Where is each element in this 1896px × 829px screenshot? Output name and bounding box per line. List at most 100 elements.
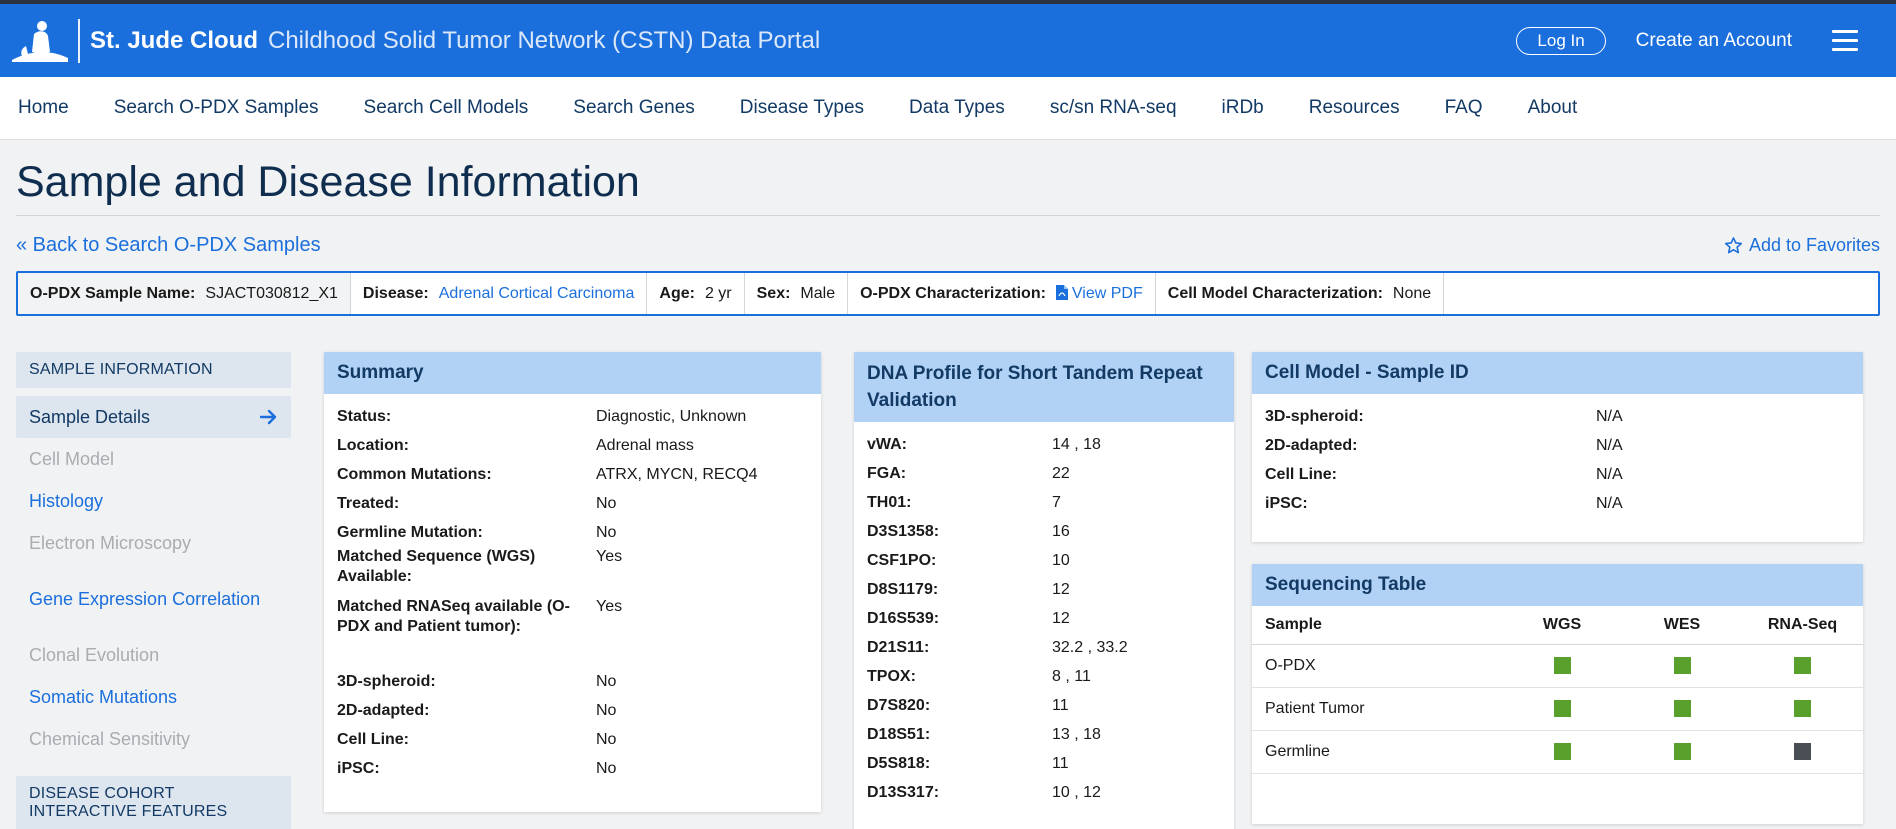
disease-field: Disease: Adrenal Cortical Carcinoma <box>351 273 648 314</box>
summary-value: No <box>596 702 617 719</box>
dna-profile-panel: DNA Profile for Short Tandem Repeat Vali… <box>854 352 1234 829</box>
dna-row: TH01: 7 <box>854 488 1234 517</box>
st-jude-logo[interactable] <box>8 18 90 64</box>
cell-model-value: N/A <box>1596 495 1623 512</box>
nav-sc-sn-rnaseq[interactable]: sc/sn RNA-seq <box>1050 97 1177 119</box>
dna-key: D7S820: <box>867 697 931 714</box>
summary-row: iPSC: No <box>324 754 821 783</box>
summary-row: Common Mutations: ATRX, MYCN, RECQ4 <box>324 460 821 489</box>
summary-row: Cell Line: No <box>324 725 821 754</box>
nav-search-cell-models[interactable]: Search Cell Models <box>364 97 529 119</box>
sequencing-cell-wes <box>1622 687 1742 731</box>
brand-name[interactable]: St. Jude Cloud <box>90 27 258 55</box>
dna-value: 7 <box>1052 494 1061 511</box>
disease-link[interactable]: Adrenal Cortical Carcinoma <box>439 285 635 303</box>
sidebar-item-histology[interactable]: Histology <box>16 480 291 522</box>
dna-row: D5S818: 11 <box>854 749 1234 778</box>
dna-value: 16 <box>1052 523 1070 540</box>
dna-key: D21S11: <box>867 639 930 656</box>
summary-row: Matched RNASeq available (O-PDX and Pati… <box>324 597 821 667</box>
cell-model-key: 3D-spheroid: <box>1265 408 1364 425</box>
add-to-favorites-button[interactable]: Add to Favorites <box>1724 235 1880 256</box>
cell-model-value: N/A <box>1596 408 1623 425</box>
view-pdf-link[interactable]: View PDF <box>1055 284 1143 303</box>
sex-label: Sex: <box>756 284 791 302</box>
dna-value: 13 , 18 <box>1052 726 1101 743</box>
add-to-favorites-label: Add to Favorites <box>1748 235 1880 255</box>
dna-key: TH01: <box>867 494 912 511</box>
dna-value: 32.2 , 33.2 <box>1052 639 1128 656</box>
star-icon <box>1724 237 1742 254</box>
table-row: O-PDX <box>1252 644 1863 688</box>
nav-search-genes[interactable]: Search Genes <box>573 97 694 119</box>
sequencing-cell-rna <box>1742 687 1863 731</box>
dna-row: D18S51: 13 , 18 <box>854 720 1234 749</box>
summary-value: ATRX, MYCN, RECQ4 <box>596 466 758 483</box>
cell-model-key: 2D-adapted: <box>1265 437 1358 454</box>
login-button[interactable]: Log In <box>1516 26 1606 55</box>
dna-key: TPOX: <box>867 668 916 685</box>
col-wgs: WGS <box>1502 606 1622 645</box>
sequencing-sample-name: Germline <box>1252 730 1502 774</box>
main-nav: Home Search O-PDX Samples Search Cell Mo… <box>0 77 1896 140</box>
dna-row: FGA: 22 <box>854 459 1234 488</box>
sex-value: Male <box>800 284 836 302</box>
sidebar-section-disease-cohort: DISEASE COHORT INTERACTIVE FEATURES <box>16 776 291 829</box>
summary-key: iPSC: <box>337 760 380 777</box>
cell-model-title: Cell Model - Sample ID <box>1252 352 1863 394</box>
sample-name-label: O-PDX Sample Name: <box>30 284 196 302</box>
create-account-link[interactable]: Create an Account <box>1636 30 1792 52</box>
sequencing-cell-wgs <box>1502 730 1622 774</box>
opdx-characterization-label: O-PDX Characterization: <box>860 284 1046 302</box>
age-label: Age: <box>659 284 695 302</box>
nav-faq[interactable]: FAQ <box>1445 97 1483 119</box>
nav-irdb[interactable]: iRDb <box>1222 97 1264 119</box>
dna-value: 10 <box>1052 552 1070 569</box>
summary-key: Treated: <box>337 495 400 512</box>
cell-model-key: iPSC: <box>1265 495 1308 512</box>
opdx-characterization-field: O-PDX Characterization: View PDF <box>848 273 1156 314</box>
back-to-search-link[interactable]: « Back to Search O-PDX Samples <box>16 234 321 257</box>
summary-value: No <box>596 760 617 777</box>
sidebar-item-sample-details[interactable]: Sample Details <box>16 396 291 438</box>
summary-value: Yes <box>596 548 623 565</box>
dna-row: D21S11: 32.2 , 33.2 <box>854 633 1234 662</box>
available-indicator <box>1794 656 1811 674</box>
nav-search-opdx[interactable]: Search O-PDX Samples <box>114 97 319 119</box>
hamburger-menu-icon[interactable] <box>1832 30 1858 51</box>
dna-row: D16S539: 12 <box>854 604 1234 633</box>
age-value: 2 yr <box>704 284 732 302</box>
unavailable-indicator <box>1794 742 1811 760</box>
available-indicator <box>1553 699 1571 717</box>
available-indicator <box>1673 699 1691 717</box>
sidebar-item-chemical-sensitivity: Chemical Sensitivity <box>29 728 191 749</box>
cell-model-characterization-field: Cell Model Characterization: None <box>1156 273 1445 314</box>
sequencing-cell-wes <box>1622 644 1742 688</box>
pdf-file-icon <box>1055 284 1068 300</box>
st-jude-logo-icon <box>12 20 68 62</box>
cell-model-characterization-label: Cell Model Characterization: <box>1167 284 1383 302</box>
sidebar-item-clonal-evolution: Clonal Evolution <box>29 644 160 665</box>
nav-resources[interactable]: Resources <box>1309 97 1400 119</box>
sidebar-item-somatic-mutations[interactable]: Somatic Mutations <box>16 676 291 718</box>
summary-row: 2D-adapted: No <box>324 696 821 725</box>
sample-info-bar: O-PDX Sample Name: SJACT030812_X1 Diseas… <box>16 271 1880 316</box>
dna-row: D7S820: 11 <box>854 691 1234 720</box>
logo-divider <box>78 18 80 63</box>
sequencing-cell-wgs <box>1502 644 1622 688</box>
nav-about[interactable]: About <box>1528 97 1578 119</box>
disease-label: Disease: <box>362 284 429 302</box>
summary-panel: Summary Status: Diagnostic, Unknown Locati… <box>324 352 821 812</box>
portal-title[interactable]: Childhood Solid Tumor Network (CSTN) Dat… <box>268 27 820 55</box>
cell-model-row: iPSC: N/A <box>1252 489 1863 518</box>
cell-model-key: Cell Line: <box>1265 466 1338 483</box>
sequencing-table: Sample WGS WES RNA-Seq O-PDX Patient Tumo… <box>1252 606 1863 774</box>
table-row: Germline <box>1252 730 1863 774</box>
dna-value: 22 <box>1052 465 1070 482</box>
nav-data-types[interactable]: Data Types <box>909 97 1005 119</box>
sidebar-item-gene-expression-correlation[interactable]: Gene Expression Correlation <box>16 564 291 634</box>
sequencing-cell-wes <box>1622 730 1742 774</box>
nav-disease-types[interactable]: Disease Types <box>740 97 864 119</box>
sequencing-panel: Sequencing Table Sample WGS WES RNA-Seq … <box>1252 564 1863 824</box>
nav-home[interactable]: Home <box>18 97 69 119</box>
